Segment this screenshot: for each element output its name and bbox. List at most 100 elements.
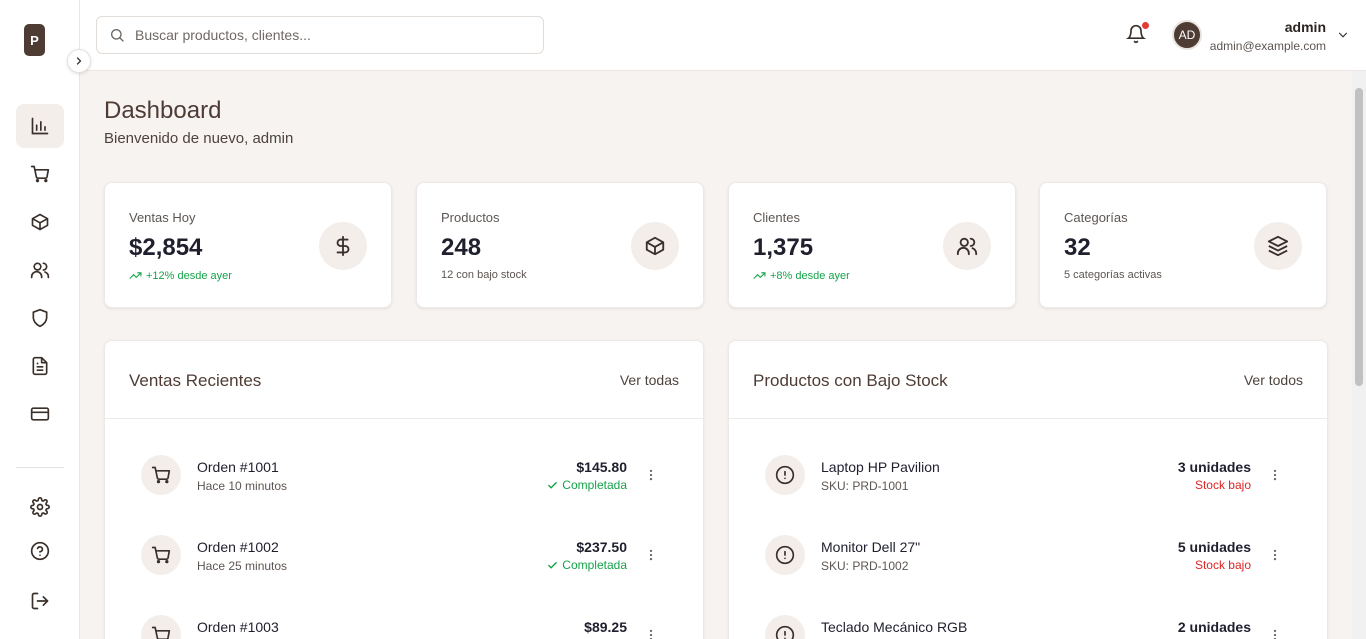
list-item[interactable]: Orden #1002 Hace 25 minutos $237.50 Comp… — [141, 534, 667, 576]
stat-icon — [631, 222, 679, 270]
layers-icon — [1267, 235, 1289, 257]
list-item[interactable]: Orden #1003 $89.25 — [141, 614, 667, 639]
row-menu-button[interactable] — [1267, 547, 1283, 563]
dollar-icon — [336, 235, 350, 257]
sidebar-item-dashboard[interactable] — [16, 104, 64, 148]
stock-status: Stock bajo — [1194, 478, 1251, 492]
stat-sub: 5 categorías activas — [1064, 269, 1162, 281]
list-item[interactable]: Monitor Dell 27" SKU: PRD-1002 5 unidade… — [765, 534, 1291, 576]
users-icon — [956, 237, 978, 256]
stat-icon — [1254, 222, 1302, 270]
help-icon — [30, 541, 50, 561]
chevron-down-icon — [1338, 32, 1348, 38]
order-icon — [141, 535, 181, 575]
document-icon — [32, 356, 48, 376]
alert-icon-wrapper — [765, 455, 805, 495]
order-title: Orden #1002 — [197, 539, 279, 555]
credit-card-icon — [30, 407, 50, 421]
order-amount: $237.50 — [576, 539, 627, 555]
stat-value: 32 — [1064, 234, 1091, 261]
page-subtitle: Bienvenido de nuevo, admin — [104, 130, 294, 147]
search-icon — [111, 29, 124, 42]
logout-icon — [31, 592, 49, 610]
product-name: Laptop HP Pavilion — [821, 459, 940, 475]
list-item[interactable]: Laptop HP Pavilion SKU: PRD-1001 3 unida… — [765, 454, 1291, 496]
alert-icon-wrapper — [765, 535, 805, 575]
stat-trend: +12% desde ayer — [129, 269, 232, 282]
stat-value: 1,375 — [753, 234, 814, 261]
stat-trend-text: +8% desde ayer — [770, 269, 850, 282]
more-vertical-icon — [649, 549, 653, 561]
order-status: Completada — [547, 478, 627, 492]
row-menu-button[interactable] — [643, 467, 659, 483]
sidebar-divider — [16, 467, 64, 468]
search-box[interactable] — [96, 16, 544, 54]
list-item[interactable]: Orden #1001 Hace 10 minutos $145.80 Comp… — [141, 454, 667, 496]
sidebar-item-sales[interactable] — [16, 152, 64, 196]
list-item[interactable]: Teclado Mecánico RGB 2 unidades — [765, 614, 1291, 639]
product-sku: SKU: PRD-1002 — [821, 559, 909, 573]
alert-circle-icon — [775, 465, 795, 485]
order-icon — [141, 455, 181, 495]
check-icon — [548, 481, 558, 489]
sidebar-toggle-button[interactable] — [67, 49, 91, 73]
chevron-right-icon — [76, 57, 82, 65]
sidebar-item-customers[interactable] — [16, 248, 64, 292]
order-icon — [141, 615, 181, 639]
sidebar-item-reports[interactable] — [16, 344, 64, 388]
scrollbar-thumb[interactable] — [1355, 88, 1363, 386]
alert-icon-wrapper — [765, 615, 805, 639]
avatar[interactable]: AD — [1172, 20, 1202, 50]
stat-label: Categorías — [1064, 210, 1128, 225]
user-name[interactable]: admin — [1285, 19, 1326, 35]
panel-title: Ventas Recientes — [129, 371, 262, 390]
user-email: admin@example.com — [1209, 39, 1326, 53]
stat-label: Ventas Hoy — [129, 210, 196, 225]
cart-icon — [30, 165, 50, 183]
cart-icon — [151, 546, 171, 564]
row-menu-button[interactable] — [1267, 467, 1283, 483]
cart-icon — [151, 466, 171, 484]
divider — [729, 418, 1327, 419]
trending-up-icon — [129, 272, 142, 279]
sidebar-item-settings[interactable] — [16, 485, 64, 529]
sidebar-item-products[interactable] — [16, 200, 64, 244]
order-status-text: Completada — [562, 558, 627, 572]
stat-label: Clientes — [753, 210, 800, 225]
sidebar-item-logout[interactable] — [16, 579, 64, 623]
search-input[interactable] — [135, 27, 515, 43]
page-title: Dashboard — [104, 97, 222, 124]
product-units: 2 unidades — [1177, 619, 1251, 635]
alert-circle-icon — [775, 545, 795, 565]
stat-card-products: Productos 248 12 con bajo stock — [416, 182, 704, 308]
order-amount: $145.80 — [576, 459, 627, 475]
view-all-products-link[interactable]: Ver todos — [1244, 372, 1303, 388]
stat-trend-text: +12% desde ayer — [146, 269, 232, 282]
more-vertical-icon — [1273, 629, 1277, 639]
stat-label: Productos — [441, 210, 500, 225]
panel-title: Productos con Bajo Stock — [753, 371, 948, 390]
user-menu-toggle[interactable] — [1336, 28, 1350, 47]
sidebar-item-security[interactable] — [16, 296, 64, 340]
page-scrollbar[interactable] — [1352, 71, 1366, 639]
row-menu-button[interactable] — [643, 627, 659, 639]
sidebar-item-payments[interactable] — [16, 392, 64, 436]
product-units: 3 unidades — [1177, 459, 1251, 475]
notifications-button[interactable] — [1125, 22, 1149, 46]
users-icon — [30, 262, 50, 279]
row-menu-button[interactable] — [1267, 627, 1283, 639]
sidebar-item-help[interactable] — [16, 529, 64, 573]
recent-sales-panel: Ventas Recientes Ver todas Orden #1001 H… — [104, 340, 704, 639]
more-vertical-icon — [649, 629, 653, 639]
box-icon — [31, 213, 49, 231]
product-sku: SKU: PRD-1001 — [821, 479, 909, 493]
view-all-sales-link[interactable]: Ver todas — [620, 372, 679, 388]
row-menu-button[interactable] — [643, 547, 659, 563]
order-title: Orden #1003 — [197, 619, 279, 635]
brand-logo[interactable]: P — [24, 24, 45, 56]
stock-status: Stock bajo — [1194, 558, 1251, 572]
stat-trend: +8% desde ayer — [753, 269, 850, 282]
low-stock-panel: Productos con Bajo Stock Ver todos Lapto… — [728, 340, 1328, 639]
stat-card-categories: Categorías 32 5 categorías activas — [1039, 182, 1327, 308]
stat-sub: 12 con bajo stock — [441, 269, 527, 281]
